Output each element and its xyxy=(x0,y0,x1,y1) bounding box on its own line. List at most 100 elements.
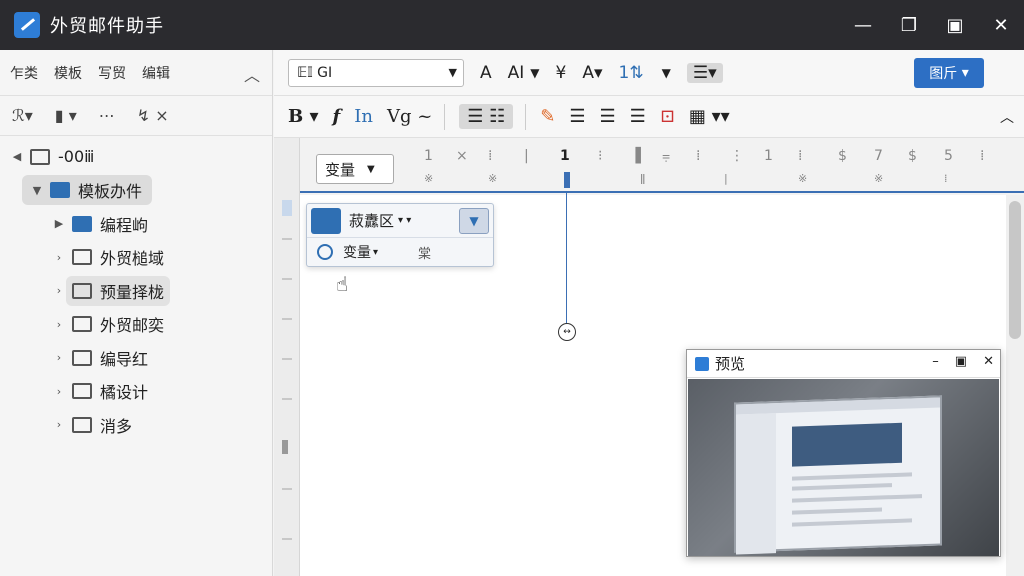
close-button[interactable]: ✕ xyxy=(983,354,994,369)
tree-item-label: 橘设计 xyxy=(100,383,149,403)
align-icon[interactable]: ☰▾ xyxy=(686,62,723,83)
tree-item[interactable]: › 外贸邮奕 xyxy=(0,308,272,342)
chevron-down-icon[interactable]: ▼ xyxy=(30,184,44,197)
left-toolbar: ℛ▾ ▮ ▾ ⋯ ↯ × xyxy=(0,96,272,136)
chevron-down-icon[interactable]: ▼ xyxy=(530,66,539,80)
shape-icon[interactable]: ▮ ▾ xyxy=(55,106,77,125)
drag-handle-icon[interactable]: ↔ xyxy=(558,323,576,341)
preview-image xyxy=(688,379,999,556)
link-icon[interactable]: In xyxy=(354,106,373,127)
font-select[interactable]: 𝔼𝕀 GI ▼ xyxy=(288,58,464,87)
tree-item-label: 预量择栊 xyxy=(100,282,165,302)
text-color-icon[interactable]: A▾ xyxy=(582,63,602,83)
tree-item[interactable]: ▶ 编程岣 xyxy=(0,207,272,241)
chevron-down-icon[interactable]: ▼ xyxy=(662,66,671,80)
format-icon[interactable]: ℛ▾ xyxy=(12,106,33,125)
folder-icon xyxy=(50,182,70,199)
popup-title[interactable]: 菽纛区 xyxy=(349,210,394,231)
currency-icon[interactable]: ¥ xyxy=(556,63,567,83)
left-tab-4[interactable]: 编辑 xyxy=(142,63,170,83)
italic-icon[interactable]: f xyxy=(333,106,341,127)
chevron-right-icon[interactable]: ▶ xyxy=(52,217,66,230)
chevron-right-icon[interactable]: › xyxy=(52,351,66,364)
popup-extra-label: 棠 xyxy=(418,246,432,262)
chevron-down-icon[interactable]: ▾ xyxy=(373,247,378,258)
tree-item-label: 消多 xyxy=(100,416,133,436)
align-left-icon[interactable]: ☰ ☷ xyxy=(459,104,514,129)
chevron-right-icon[interactable]: › xyxy=(52,318,66,331)
chevron-down-icon: ▼ xyxy=(367,163,375,175)
chevron-right-icon[interactable]: › xyxy=(52,385,66,398)
font-size-icon[interactable]: A xyxy=(480,63,492,83)
vertical-scrollbar[interactable] xyxy=(1006,195,1024,576)
left-tab-3[interactable]: 写贸 xyxy=(98,63,126,83)
ruler-indicator[interactable] xyxy=(564,172,570,188)
indent-icon[interactable]: ☰ xyxy=(630,106,646,127)
bold-button[interactable]: B ▾ xyxy=(288,106,319,127)
data-block-icon xyxy=(311,207,341,234)
image-button[interactable]: 图斤 ▾ xyxy=(914,58,984,88)
left-tab-2[interactable]: 模板 xyxy=(54,63,82,83)
caret-left-icon[interactable]: ◀ xyxy=(10,150,24,163)
restore-button[interactable]: ❐ xyxy=(886,0,932,50)
left-tab-bar: 乍类 模板 写贸 编辑 ︿ xyxy=(0,50,272,96)
pin-icon[interactable]: ↯ × xyxy=(137,106,169,125)
data-block-popup: 菽纛区 ▾ ▾ ▼ 变量 ▾ 棠 xyxy=(306,203,494,267)
chevron-down-icon[interactable]: ▾ ▾ xyxy=(398,215,411,226)
popup-variable-label[interactable]: 变量 xyxy=(343,242,371,262)
grid-icon xyxy=(72,349,92,366)
format-var-icon[interactable]: Vg ~ xyxy=(387,106,432,127)
left-panel: 乍类 模板 写贸 编辑 ︿ ℛ▾ ▮ ▾ ⋯ ↯ × ◀ -00ⅲ ▼ 模板办件… xyxy=(0,50,273,576)
ruler: 变量 ▼ 1 × ⁞ | 1 ⁝ ▐ ⩦ ⁞ ⋮ 1 ⁞ $ 7 $ 5 ⁞ ※… xyxy=(300,138,1024,193)
tree-item-label: 外贸槌域 xyxy=(100,249,165,269)
variable-dropdown[interactable]: 变量 ▼ xyxy=(316,154,394,184)
highlight-icon[interactable]: ✎ xyxy=(540,106,555,127)
tree-item-selected[interactable]: ▼ 模板办件 xyxy=(0,174,272,208)
table-icon xyxy=(72,316,92,333)
guide-line[interactable] xyxy=(566,193,567,325)
insert-image-icon[interactable]: ⊡ xyxy=(660,106,675,127)
tree-item[interactable]: › 预量择栊 xyxy=(0,274,272,308)
mouse-cursor-icon: ☝ xyxy=(336,272,349,296)
tree-item[interactable]: › 消多 xyxy=(0,408,272,442)
split-icon[interactable]: ⋯ xyxy=(99,106,115,125)
minimize-button[interactable]: — xyxy=(840,0,886,50)
chevron-right-icon[interactable]: › xyxy=(52,418,66,431)
chevron-up-icon[interactable]: ︿ xyxy=(244,62,260,86)
folder-icon xyxy=(30,148,50,165)
left-tab-1[interactable]: 乍类 xyxy=(10,63,38,83)
tree-item[interactable]: › 编导红 xyxy=(0,341,272,375)
maximize-button[interactable]: ▣ xyxy=(955,354,967,369)
bullet-list-icon[interactable]: ☰ xyxy=(569,106,585,127)
preview-title-bar: 预览 – ▣ ✕ xyxy=(687,350,1000,378)
scrollbar-thumb[interactable] xyxy=(1009,201,1021,339)
tree-root-label: -00ⅲ xyxy=(58,147,95,167)
title-bar: 外贸邮件助手 — ❐ ▣ ✕ xyxy=(0,0,1024,50)
folder-icon xyxy=(72,215,92,232)
filter-icon[interactable]: ▼ xyxy=(459,208,489,234)
minimize-button[interactable]: – xyxy=(932,354,939,369)
folder-icon xyxy=(72,249,92,266)
preview-window: 预览 – ▣ ✕ xyxy=(686,349,1001,557)
left-scroll-strip[interactable] xyxy=(274,138,300,576)
chevron-right-icon[interactable]: › xyxy=(52,284,66,297)
line-spacing-icon[interactable]: 1⇅ xyxy=(619,63,644,83)
tree-item-label: 外贸邮奕 xyxy=(100,316,165,336)
format-toolbar: 𝔼𝕀 GI ▼ A AI ▼ ¥ A▾ 1⇅ ▼ ☰▾ 图斤 ▾ xyxy=(274,50,1024,96)
style-toolbar: B ▾ f In Vg ~ ☰ ☷ ✎ ☰ ☰ ☰ ⊡ ▦ ▾▾ ︿ xyxy=(274,96,1024,138)
numbered-list-icon[interactable]: ☰ xyxy=(600,106,616,127)
maximize-button[interactable]: ▣ xyxy=(932,0,978,50)
tree-item[interactable]: › 橘设计 xyxy=(0,375,272,409)
image-button-label: 图斤 xyxy=(929,66,958,82)
preview-title: 预览 xyxy=(715,355,746,373)
chevron-right-icon[interactable]: › xyxy=(52,251,66,264)
close-button[interactable]: ✕ xyxy=(978,0,1024,50)
tree-item[interactable]: › 外贸槌域 xyxy=(0,241,272,275)
tree-item-label: 编程岣 xyxy=(100,215,149,235)
tree-root[interactable]: ◀ -00ⅲ xyxy=(0,140,272,174)
ruler-cursor-marker[interactable]: 1 xyxy=(560,148,570,164)
font-style-icon[interactable]: AI xyxy=(508,63,525,83)
expand-chevron-icon[interactable]: ︿ xyxy=(1000,107,1014,127)
table-icon[interactable]: ▦ ▾▾ xyxy=(689,106,730,127)
tree-item-label: 模板办件 xyxy=(78,182,143,202)
